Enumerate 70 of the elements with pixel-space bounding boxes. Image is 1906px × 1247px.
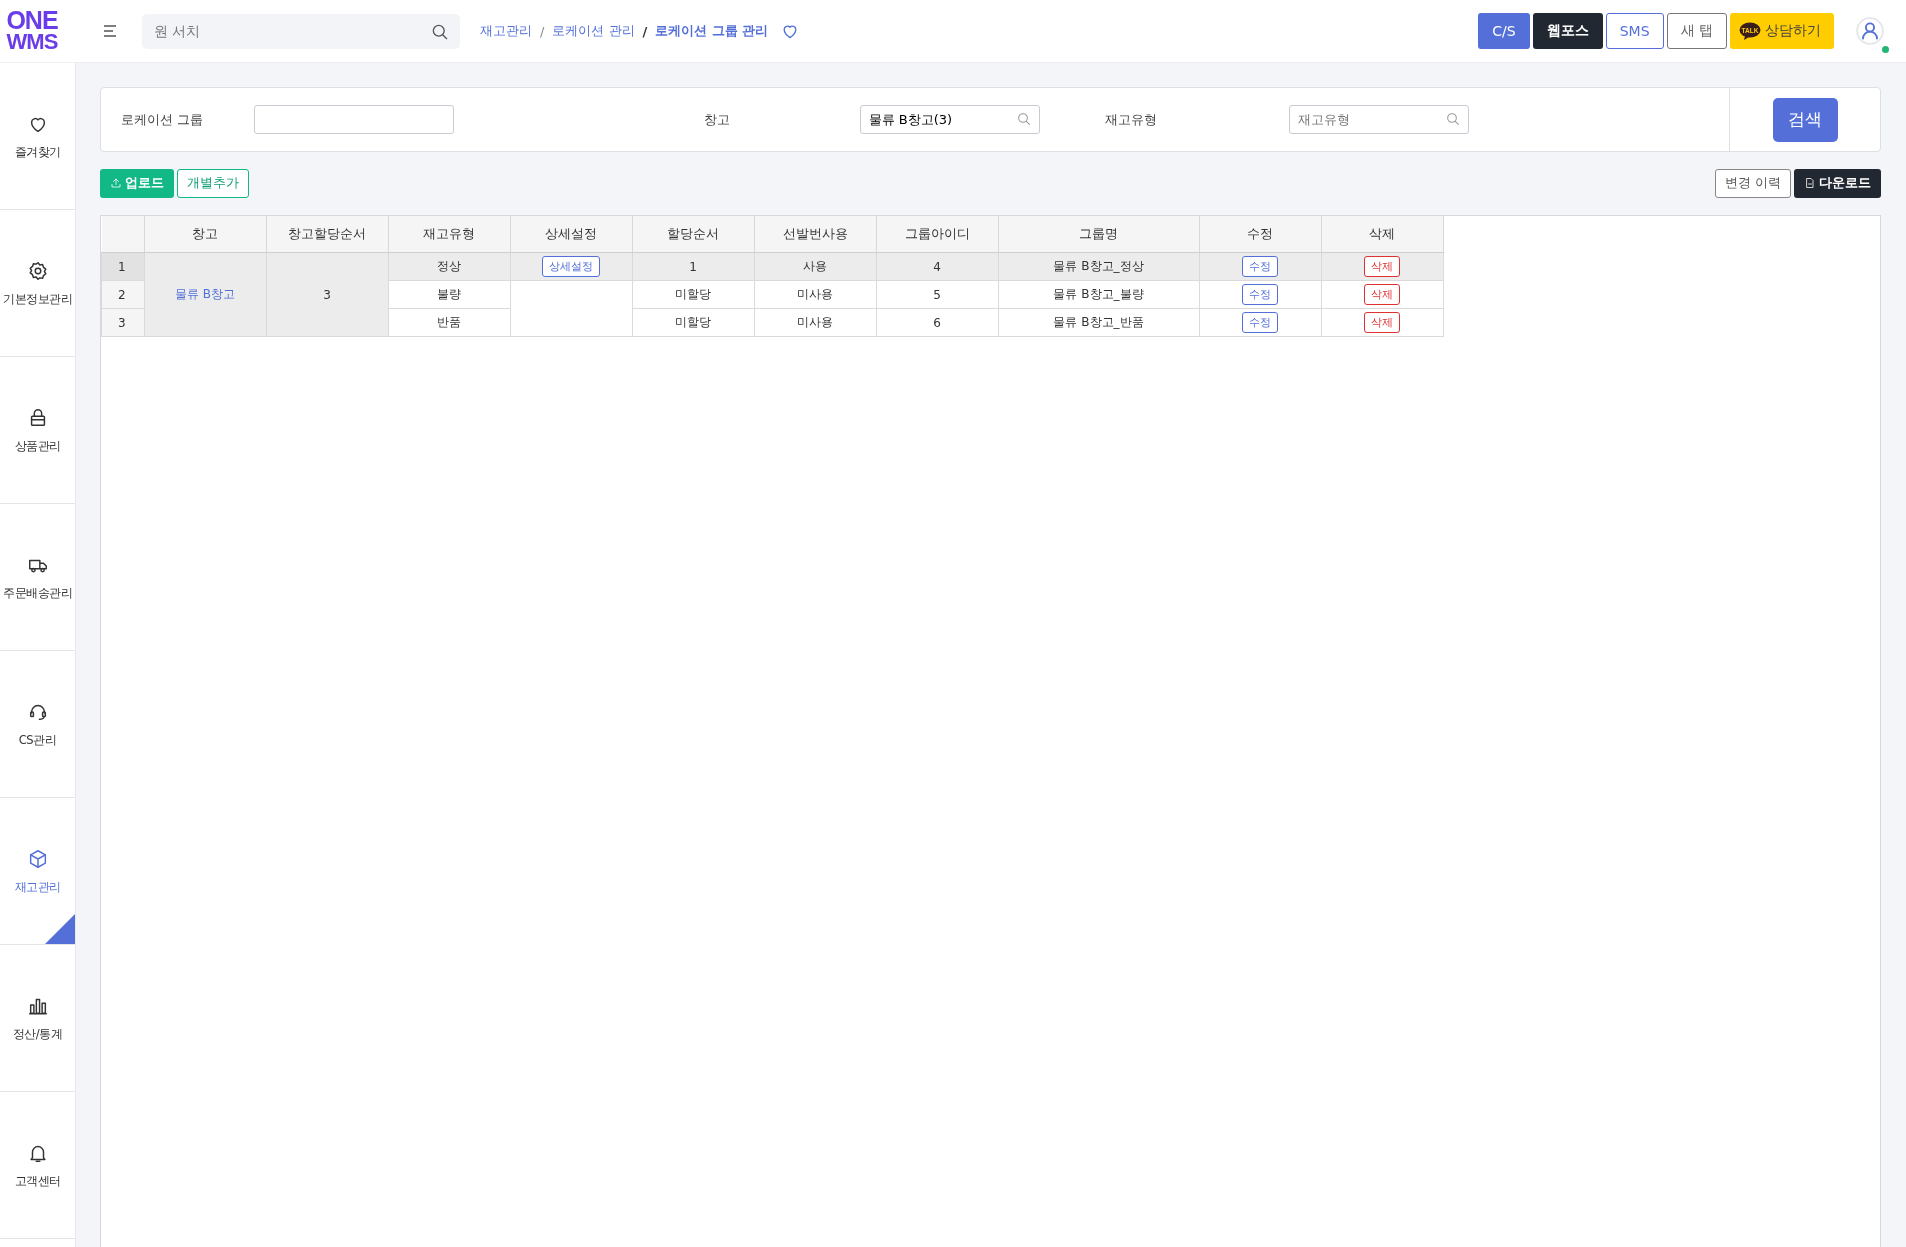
column-header[interactable]: 수정: [1199, 216, 1321, 253]
table-cell: 정상: [388, 252, 510, 281]
input-field[interactable]: [254, 105, 454, 134]
search-field[interactable]: 원 서치: [142, 13, 460, 49]
search-icon: [1015, 111, 1032, 127]
column-header[interactable]: 그룹아이디: [876, 216, 998, 253]
field-label: 로케이션 그룹: [121, 110, 205, 129]
column-header[interactable]: 재고유형: [388, 216, 510, 253]
breadcrumb-link[interactable]: 로케이션 관리: [552, 22, 635, 40]
download-button[interactable]: 다운로드: [1794, 168, 1881, 198]
action-button[interactable]: 변경 이력: [1714, 168, 1791, 198]
select-field[interactable]: 물류 B창고(3): [859, 105, 1040, 134]
table-cell: 미사용: [754, 280, 876, 309]
table-cell: 6: [876, 308, 998, 337]
table-cell: 물류 B창고_반품: [998, 308, 1199, 337]
column-header[interactable]: 선발번사용: [754, 216, 876, 253]
table-cell: 1: [632, 252, 754, 281]
row-number: 3: [101, 308, 144, 337]
sidebar-item[interactable]: 주문배송관리: [0, 504, 75, 651]
header-button[interactable]: 웹포스: [1532, 13, 1603, 49]
sidebar-item[interactable]: 기본정보관리: [0, 210, 75, 357]
breadcrumb-separator: /: [540, 23, 545, 39]
table-cell: 4: [876, 252, 998, 281]
sidebar-item[interactable]: 고객센터: [0, 1092, 75, 1239]
field-label: 창고: [703, 110, 730, 129]
edit-button[interactable]: 수정: [1242, 256, 1278, 277]
edit-button[interactable]: 수정: [1242, 284, 1278, 305]
select-field[interactable]: 재고유형: [1289, 105, 1469, 134]
column-header[interactable]: 삭제: [1321, 216, 1443, 253]
table-cell: 물류 B창고_정상: [998, 252, 1199, 281]
table-cell: 미할당: [632, 280, 754, 309]
row-number: 1: [101, 252, 144, 281]
column-header[interactable]: 그룹명: [998, 216, 1199, 253]
file-icon: [1804, 177, 1816, 189]
sidebar-item[interactable]: 정산/통계: [0, 945, 75, 1092]
table-cell: 물류 B창고_불량: [998, 280, 1199, 309]
breadcrumb-link[interactable]: 재고관리: [480, 22, 532, 40]
table-cell: 사용: [754, 252, 876, 281]
logo-text: ONE: [6, 9, 58, 31]
field-label: 재고유형: [1105, 110, 1157, 129]
column-header[interactable]: 창고: [144, 216, 266, 253]
sidebar-item[interactable]: 상품관리: [0, 357, 75, 504]
column-header[interactable]: 상세설정: [510, 216, 632, 253]
delete-button[interactable]: 삭제: [1364, 284, 1400, 305]
user-avatar-icon[interactable]: [1856, 17, 1884, 45]
sidebar-item[interactable]: CS관리: [0, 651, 75, 798]
sidebar-item[interactable]: 즐겨찾기: [0, 63, 75, 210]
table-cell: 미할당: [632, 308, 754, 337]
breadcrumb-link[interactable]: 로케이션 그룹 관리: [655, 22, 769, 40]
detail-settings-button[interactable]: 상세설정: [542, 256, 600, 277]
upload-icon: [110, 177, 122, 189]
warehouse-link[interactable]: 물류 B창고: [144, 252, 266, 337]
table-cell: 5: [876, 280, 998, 309]
header-button[interactable]: C/S: [1478, 13, 1530, 49]
table-cell: 3: [266, 252, 388, 337]
search-icon: [1445, 111, 1461, 127]
logo-text: WMS: [6, 31, 58, 53]
column-header[interactable]: 할당순서: [632, 216, 754, 253]
menu-icon: [103, 25, 117, 37]
table-cell: 불량: [388, 280, 510, 309]
table-cell: 미사용: [754, 308, 876, 337]
delete-button[interactable]: 삭제: [1364, 256, 1400, 277]
row-number: 2: [101, 280, 144, 309]
delete-button[interactable]: 삭제: [1364, 312, 1400, 333]
header-button[interactable]: SMS: [1605, 13, 1664, 49]
header-button[interactable]: 새 탭: [1666, 13, 1727, 49]
search-button[interactable]: 검색: [1772, 97, 1838, 142]
breadcrumb-separator: /: [642, 23, 648, 39]
edit-button[interactable]: 수정: [1242, 312, 1278, 333]
column-header[interactable]: 창고할당순서: [266, 216, 388, 253]
